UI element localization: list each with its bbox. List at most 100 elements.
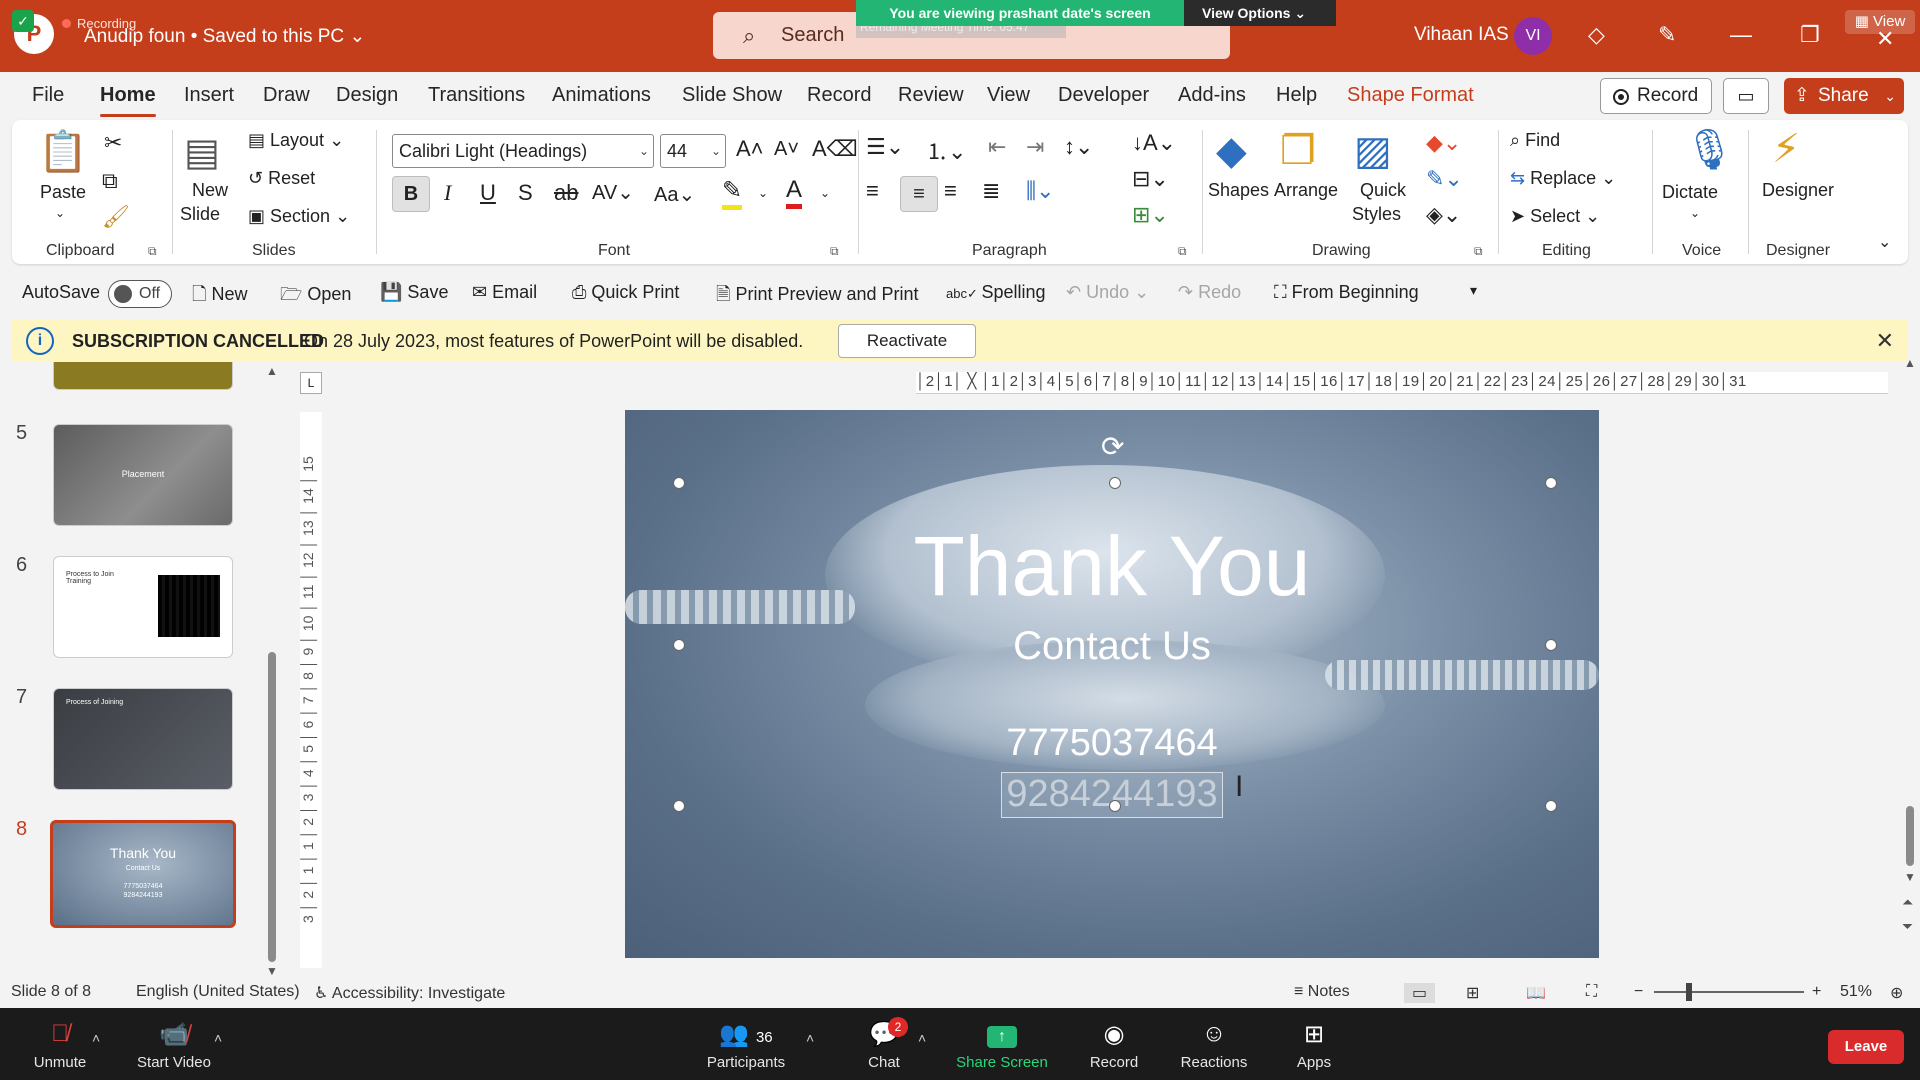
record-button[interactable]: Record [1600,78,1712,114]
cut-icon[interactable]: ✂ [104,130,122,156]
close-icon[interactable]: ✕ [1876,26,1894,52]
slide-thumbnail-5[interactable]: Placement [53,424,233,526]
print-preview-button[interactable]: 🗎 Print Preview and Print [716,282,919,312]
justify-icon[interactable]: ≣ [982,178,1000,204]
dialog-launcher-icon[interactable]: ⧉ [1178,244,1187,259]
minimize-icon[interactable]: — [1730,22,1752,48]
clear-formatting-icon[interactable]: A⌫ [812,136,858,162]
align-left-icon[interactable]: ≡ [866,178,879,204]
scroll-down-icon[interactable]: ▼ [266,964,278,976]
microphone-icon[interactable]: 🎙 [1684,126,1735,173]
tab-design[interactable]: Design [336,84,398,107]
character-spacing-icon[interactable]: AV⌄ [592,180,634,205]
designer-icon[interactable]: ⚡ [1772,126,1800,172]
open-button[interactable]: 🗁 Open [280,282,351,312]
save-button[interactable]: 💾 Save [380,282,448,303]
share-screen-button[interactable]: ↑ Share Screen [942,1008,1062,1080]
avatar[interactable]: VI [1514,17,1552,55]
chevron-down-icon[interactable]: ⌄ [639,135,649,167]
zoom-level[interactable]: 51% [1840,983,1872,1001]
bullets-icon[interactable]: ☰⌄ [866,134,904,160]
shapes-button[interactable]: Shapes [1208,180,1269,201]
comments-button[interactable]: ▭ [1723,78,1769,114]
resize-handle[interactable] [1545,800,1557,812]
underline-icon[interactable]: U [480,180,496,206]
undo-button[interactable]: ↶ Undo ⌄ [1066,282,1149,303]
designer-button[interactable]: Designer [1762,180,1834,201]
quick-styles-button[interactable]: Quick [1360,180,1406,201]
arrange-button[interactable]: Arrange [1274,180,1338,201]
user-name[interactable]: Vihaan IAS [1414,24,1509,46]
align-center-icon[interactable]: ≡ [900,176,938,212]
resize-handle[interactable] [673,800,685,812]
scroll-down-icon[interactable]: ▼ [1904,870,1916,884]
tab-help[interactable]: Help [1276,84,1317,107]
restore-icon[interactable]: ❐ [1800,22,1820,48]
dialog-launcher-icon[interactable]: ⧉ [1474,244,1483,259]
italic-icon[interactable]: I [444,180,451,206]
tab-file[interactable]: File [32,84,64,107]
resize-handle[interactable] [1109,477,1121,489]
rotate-handle-icon[interactable]: ⟳ [1101,430,1124,463]
font-name-field[interactable]: Calibri Light (Headings) ⌄ [392,134,654,168]
tab-developer[interactable]: Developer [1058,84,1149,107]
slide-8[interactable]: ⟳ Thank You Contact Us 7775037464 928424… [625,410,1599,958]
shape-fill-icon[interactable]: ◆⌄ [1426,130,1461,156]
language-status[interactable]: English (United States) [136,983,300,1001]
reading-view-icon[interactable]: 📖 [1526,983,1546,1003]
thumbnail-scrollbar[interactable]: ▲ ▼ [266,364,278,976]
horizontal-ruler[interactable]: │2│1│ ╳ │1│2│3│4│5│6│7│8│9│10│11│12│13│1… [916,372,1888,394]
columns-icon[interactable]: ⫼⌄ [1026,178,1055,204]
next-slide-icon[interactable]: ⏷ [1902,918,1913,935]
align-text-icon[interactable]: ⊟⌄ [1132,166,1169,192]
chevron-up-icon[interactable]: ˄ [214,1030,222,1046]
scrollbar-thumb[interactable] [1906,806,1914,866]
new-slide-button[interactable]: New [192,180,228,201]
shapes-icon[interactable]: ◆ [1216,128,1247,174]
font-size-field[interactable]: 44 ⌄ [660,134,726,168]
replace-button[interactable]: ⇆ Replace ⌄ [1510,168,1616,189]
shape-outline-icon[interactable]: ✎⌄ [1426,166,1463,192]
slide-title[interactable]: Thank You [625,518,1599,615]
tab-shape-format[interactable]: Shape Format [1347,84,1474,107]
zoom-out-icon[interactable]: − [1634,983,1643,1001]
scroll-up-icon[interactable]: ▲ [1904,356,1916,370]
resize-handle[interactable] [1109,800,1121,812]
autosave-toggle[interactable]: Off [108,280,172,308]
unmute-button[interactable]: 🎙̸ Unmute [0,1008,120,1080]
bold-icon[interactable]: B [392,176,430,212]
convert-to-smartart-icon[interactable]: ⊞⌄ [1132,202,1169,228]
paste-icon[interactable]: 📋 [38,128,88,175]
select-button[interactable]: ➤ Select ⌄ [1510,206,1600,227]
increase-font-size-icon[interactable]: A˄ [736,136,764,162]
tab-home[interactable]: Home [100,84,156,117]
align-right-icon[interactable]: ≡ [944,178,957,204]
copy-icon[interactable]: ⧉ [102,168,118,194]
redo-button[interactable]: ↷ Redo [1178,282,1241,303]
resize-handle[interactable] [673,639,685,651]
share-button[interactable]: ⇪ Share ⌄ [1784,78,1904,114]
chevron-up-icon[interactable]: ˄ [806,1030,814,1046]
decrease-indent-icon[interactable]: ⇤ [988,134,1006,160]
slide-thumbnail-8[interactable]: Thank You Contact Us 7775037464 92842441… [50,820,236,928]
tab-add-ins[interactable]: Add-ins [1178,84,1246,107]
email-button[interactable]: ✉ Email [472,282,537,303]
quick-print-button[interactable]: ⎙ Quick Print [572,282,679,303]
format-painter-icon[interactable]: 🖌 [102,204,130,230]
tab-transitions[interactable]: Transitions [428,84,525,107]
scrollbar-thumb[interactable] [268,652,276,962]
scroll-up-icon[interactable]: ▲ [266,364,278,378]
slide-thumbnail-4[interactable] [53,362,233,390]
collapse-ribbon-icon[interactable]: ⌄ [1878,232,1891,252]
layout-button[interactable]: ▤ Layout ⌄ [248,130,344,151]
accessibility-status[interactable]: ♿ Accessibility: Investigate [314,983,505,1003]
change-case-icon[interactable]: Aa⌄ [654,182,695,207]
tab-animations[interactable]: Animations [552,84,651,107]
close-icon[interactable]: ✕ [1876,328,1894,354]
dialog-launcher-icon[interactable]: ⧉ [830,244,839,259]
dialog-launcher-icon[interactable]: ⧉ [148,244,157,259]
shadow-icon[interactable]: S [518,180,533,206]
new-slide-button-line2[interactable]: Slide [180,204,220,225]
section-button[interactable]: ▣ Section ⌄ [248,206,350,227]
increase-indent-icon[interactable]: ⇥ [1026,134,1044,160]
